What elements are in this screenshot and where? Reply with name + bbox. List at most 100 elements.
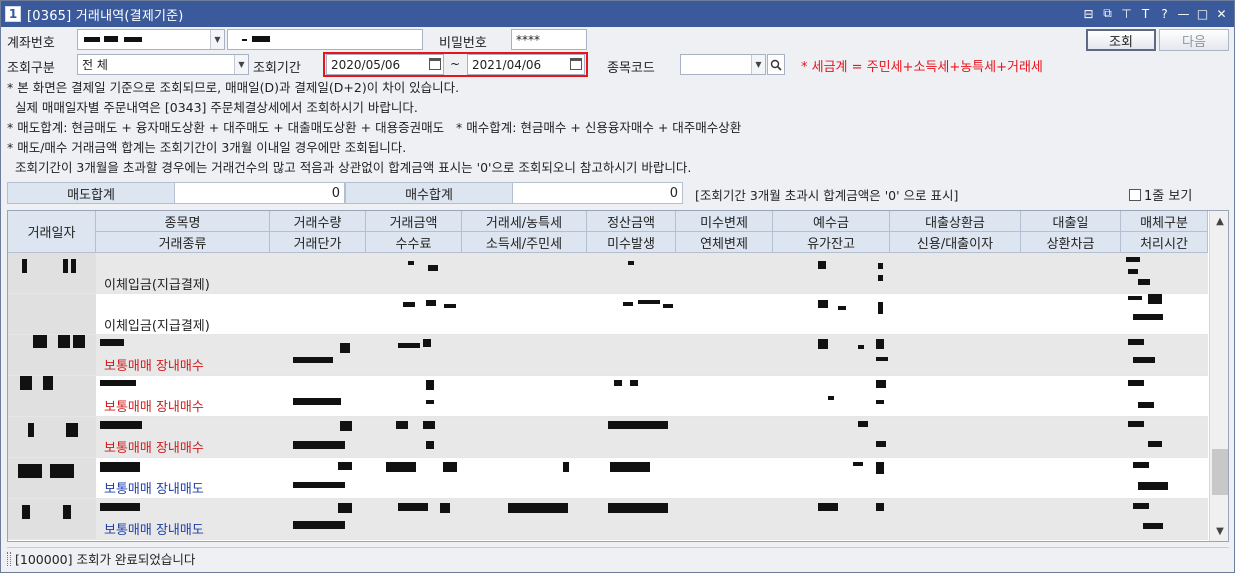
calendar-icon[interactable] bbox=[570, 58, 582, 70]
inquiry-type-select[interactable]: 전 체 ▼ bbox=[77, 54, 249, 75]
close-icon[interactable]: ✕ bbox=[1213, 4, 1230, 23]
header-repay-diff[interactable]: 상환차금 bbox=[1021, 232, 1121, 253]
masked-value bbox=[1143, 523, 1163, 529]
minimize-icon[interactable]: — bbox=[1175, 4, 1192, 23]
header-deposit[interactable]: 예수금 bbox=[773, 211, 890, 232]
masked-value bbox=[100, 462, 140, 472]
header-unpaid-occur[interactable]: 미수발생 bbox=[587, 232, 676, 253]
search-icon[interactable] bbox=[767, 54, 785, 75]
masked-value bbox=[293, 482, 345, 488]
date-from-value: 2020/05/06 bbox=[331, 57, 401, 72]
masked-value bbox=[100, 503, 140, 511]
scroll-down-icon[interactable]: ▼ bbox=[1210, 522, 1228, 540]
screen-number-badge: 1 bbox=[5, 6, 21, 22]
grid-header: 거래일자 종목명 거래수량 거래금액 거래세/농특세 정산금액 미수변제 예수금 대출상환금 대… bbox=[8, 211, 1208, 253]
transaction-type: 보통매매 장내매수 bbox=[104, 400, 204, 415]
dropdown-arrow-icon[interactable]: ▼ bbox=[210, 30, 224, 49]
masked-value bbox=[1148, 441, 1162, 447]
table-row[interactable]: 보통매매 장내매수 bbox=[8, 417, 1208, 458]
table-row[interactable]: 보통매매 장내매도 bbox=[8, 499, 1208, 540]
status-message: [100000] 조회가 완료되었습니다 bbox=[15, 552, 196, 567]
masked-value bbox=[1138, 482, 1168, 490]
header-income-tax[interactable]: 소득세/주민세 bbox=[462, 232, 587, 253]
header-overdue-repay[interactable]: 연체변제 bbox=[676, 232, 773, 253]
transactions-grid[interactable]: 거래일자 종목명 거래수량 거래금액 거래세/농특세 정산금액 미수변제 예수금 대출상환금 대… bbox=[7, 210, 1229, 542]
header-settle-amount[interactable]: 정산금액 bbox=[587, 211, 676, 232]
masked-value bbox=[818, 261, 826, 269]
search-button[interactable]: 조회 bbox=[1086, 29, 1156, 51]
masked-value bbox=[876, 441, 886, 447]
header-media[interactable]: 매체구분 bbox=[1121, 211, 1208, 232]
table-row[interactable]: 보통매매 장내매수 bbox=[8, 335, 1208, 376]
buy-total-label: 매수합계 bbox=[345, 182, 513, 204]
date-from-input[interactable]: 2020/05/06 bbox=[326, 54, 444, 75]
header-proc-time[interactable]: 처리시간 bbox=[1121, 232, 1208, 253]
maximize-icon[interactable]: □ bbox=[1194, 4, 1211, 23]
header-unpaid-repay[interactable]: 미수변제 bbox=[676, 211, 773, 232]
masked-value bbox=[563, 462, 569, 472]
stock-code-input[interactable]: ▼ bbox=[680, 54, 766, 75]
inquiry-type-value: 전 체 bbox=[82, 58, 108, 72]
masked-value bbox=[426, 380, 434, 390]
masked-value bbox=[100, 380, 136, 386]
grip-icon bbox=[7, 551, 11, 566]
layout-icon[interactable]: ⊟ bbox=[1080, 4, 1097, 23]
account-select[interactable]: ▼ bbox=[77, 29, 225, 50]
calendar-icon[interactable] bbox=[429, 58, 441, 70]
header-tx-type[interactable]: 거래종류 bbox=[96, 232, 270, 253]
cascade-icon[interactable]: ⧉ bbox=[1099, 4, 1116, 23]
header-fee[interactable]: 수수료 bbox=[366, 232, 462, 253]
dropdown-arrow-icon[interactable]: ▼ bbox=[234, 55, 248, 74]
header-qty[interactable]: 거래수량 bbox=[270, 211, 366, 232]
header-unit-price[interactable]: 거래단가 bbox=[270, 232, 366, 253]
masked-value bbox=[22, 259, 27, 273]
masked-value bbox=[50, 464, 74, 478]
account-label: 계좌번호 bbox=[7, 36, 55, 51]
one-line-view-toggle[interactable]: 1줄 보기 bbox=[1129, 185, 1192, 204]
masked-value bbox=[73, 335, 85, 348]
notice-line: 실제 매매일자별 주문내역은 [0343] 주문체결상세에서 조회하시기 바랍니… bbox=[7, 100, 418, 115]
masked-value bbox=[608, 421, 668, 429]
masked-value bbox=[426, 300, 436, 306]
vertical-scrollbar[interactable]: ▲ ▼ bbox=[1209, 211, 1228, 541]
password-input[interactable]: **** bbox=[511, 29, 587, 50]
header-tx-tax[interactable]: 거래세/농특세 bbox=[462, 211, 587, 232]
scroll-up-icon[interactable]: ▲ bbox=[1210, 212, 1228, 230]
masked-value bbox=[18, 464, 42, 478]
summary-note: [조회기간 3개월 초과시 합계금액은 '0' 으로 표시] bbox=[695, 188, 959, 203]
masked-value bbox=[1128, 269, 1138, 274]
masked-value bbox=[426, 400, 434, 404]
header-loan-repay[interactable]: 대출상환금 bbox=[890, 211, 1021, 232]
header-amount[interactable]: 거래금액 bbox=[366, 211, 462, 232]
scroll-thumb[interactable] bbox=[1212, 449, 1228, 495]
help-icon[interactable]: ? bbox=[1156, 4, 1173, 23]
masked-value bbox=[293, 398, 341, 405]
masked-value bbox=[876, 503, 884, 511]
next-button[interactable]: 다음 bbox=[1159, 29, 1229, 51]
header-loan-date[interactable]: 대출일 bbox=[1021, 211, 1121, 232]
header-credit-interest[interactable]: 신용/대출이자 bbox=[890, 232, 1021, 253]
header-securities-bal[interactable]: 유가잔고 bbox=[773, 232, 890, 253]
pin-icon[interactable]: ⊤ bbox=[1118, 4, 1135, 23]
masked-value bbox=[1133, 357, 1155, 363]
one-line-checkbox[interactable] bbox=[1129, 188, 1141, 201]
transaction-type: 이체입금(지급결제) bbox=[104, 319, 210, 334]
date-to-input[interactable]: 2021/04/06 bbox=[467, 54, 585, 75]
masked-value bbox=[293, 357, 333, 363]
font-icon[interactable]: T bbox=[1137, 4, 1154, 23]
table-row[interactable]: 이체입금(지급결제) bbox=[8, 253, 1208, 294]
masked-value bbox=[853, 462, 863, 466]
tax-formula-note: * 세금계 = 주민세+소득세+농특세+거래세 bbox=[801, 60, 1043, 75]
table-row[interactable]: 이체입금(지급결제) bbox=[8, 294, 1208, 335]
dropdown-arrow-icon[interactable]: ▼ bbox=[751, 55, 765, 74]
masked-value bbox=[408, 261, 414, 265]
masked-value bbox=[440, 503, 450, 513]
masked-value bbox=[43, 376, 53, 390]
header-stock-name[interactable]: 종목명 bbox=[96, 211, 270, 232]
table-row[interactable]: 보통매매 장내매수 bbox=[8, 376, 1208, 417]
masked-value bbox=[1128, 421, 1144, 427]
header-date[interactable]: 거래일자 bbox=[8, 211, 96, 253]
table-row[interactable]: 보통매매 장내매도 bbox=[8, 458, 1208, 499]
masked-value bbox=[1126, 257, 1140, 262]
masked-value bbox=[876, 357, 888, 361]
